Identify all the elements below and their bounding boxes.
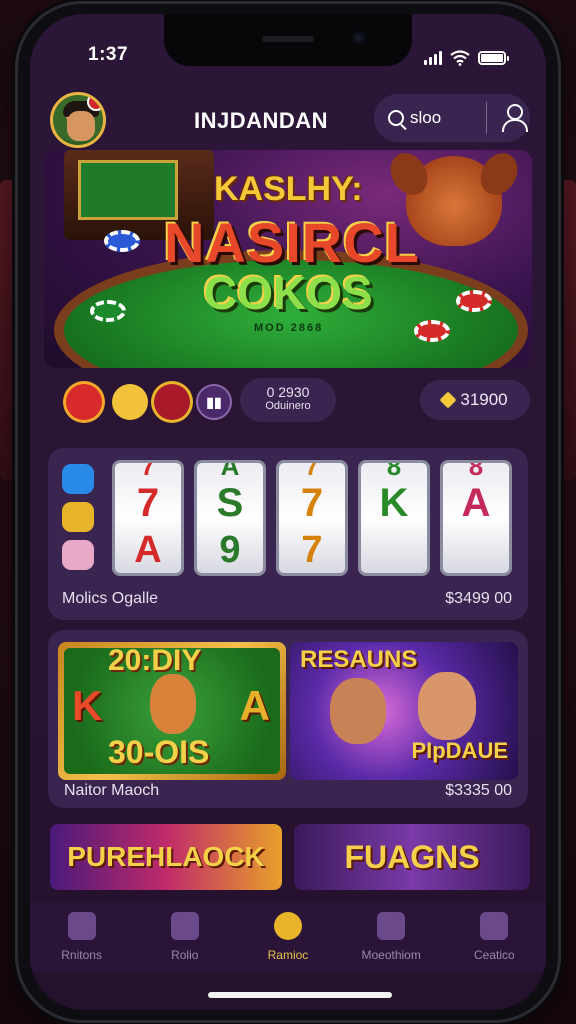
slot-game-card[interactable]: 77AAS97778K8A Molics Ogalle $3499 00 [48,448,528,620]
menu-icon[interactable] [62,502,94,532]
profile-icon [480,912,509,940]
search-bar[interactable]: sloo [374,94,530,142]
reel-symbol-mid: 7 [136,481,160,525]
balance-label: Oduinero [265,400,311,412]
reel-symbol-top: 8 [386,460,402,481]
tab-label: Ramioc [267,948,309,962]
fox-mascot-illustration [150,674,196,734]
gem-icon [439,391,457,409]
notification-badge [87,95,103,111]
chip-icon [104,230,140,252]
wifi-icon [450,50,470,66]
reel-symbol-top: A [220,460,240,481]
promo-title: PUREHLAOCK [67,841,265,872]
bottom-tab-bar: Rnitons Rolio Ramioc Moeothiom Ceatico [30,902,546,972]
player-illustration [330,678,386,744]
home-icon [67,912,96,940]
reel-symbol-mid: K [379,481,409,525]
info-icon[interactable] [62,464,94,494]
battery-icon [478,51,509,65]
chip-icon [90,300,126,322]
app-screen: 1:37 INJDANDAN sloo KASLHY: NASIRCL COKO… [30,14,546,1010]
tab-label: Moeothiom [361,948,421,962]
red-chip-icon[interactable] [66,384,102,420]
mascot-dog-illustration [406,156,502,246]
tab-ceatico[interactable]: Ceatico [446,902,542,972]
game-price: $3335 00 [445,782,512,799]
chip-icon [456,290,492,312]
avatar[interactable] [50,92,106,148]
tile-title: RESAUNS [300,646,418,673]
game-price: $3499 00 [445,590,512,607]
reel-symbol-mid: 7 [300,481,324,525]
tab-label: Ceatico [474,948,515,962]
reel-symbol-top: 8 [468,460,484,481]
tab-label: Rolio [171,948,199,962]
divider [486,102,487,134]
promo-tile-right[interactable]: FUAGNS [294,824,530,890]
player-illustration [418,672,476,740]
tile-subtitle: 30-OIS [108,734,210,770]
reel-symbol-mid: A [461,481,491,525]
bars-icon[interactable]: ▮▮ [196,384,232,420]
slot-reels: 77AAS97778K8A [112,460,512,576]
tab-label: Rnitons [61,948,102,962]
slot-reel: 8A [440,460,512,576]
home-indicator[interactable] [208,992,392,998]
tab-moeothiom[interactable]: Moeothiom [343,902,439,972]
banner-title-line1: KASLHY: [214,170,363,208]
slot-reel: 77A [112,460,184,576]
hero-banner[interactable]: KASLHY: NASIRCL COKOS MOD 2868 [44,150,532,368]
slot-reel: 8K [358,460,430,576]
search-icon [388,110,404,126]
reel-symbol-mid: S [216,481,244,525]
status-time: 1:37 [88,44,129,65]
slot-reel: AS9 [194,460,266,576]
tile-subtitle: PIpDAUE [411,738,508,763]
featured-games-card: 20:DIY K A 30-OIS RESAUNS PIpDAUE Naitor… [48,630,528,808]
reel-symbol-bot: A [134,529,162,571]
phone-frame: 1:37 INJDANDAN sloo KASLHY: NASIRCL COKO… [18,4,558,1020]
app-header: INJDANDAN sloo [30,86,546,152]
game-tile-resauns[interactable]: RESAUNS PIpDAUE [290,642,518,780]
tab-home[interactable]: Rnitons [34,902,130,972]
game-name: Molics Ogalle [62,590,159,607]
user-icon[interactable] [501,104,528,132]
slot-reel: 777 [276,460,348,576]
search-input[interactable]: sloo [410,108,486,128]
coins-pill[interactable]: 31900 [420,380,530,420]
signal-icon [424,51,442,65]
reel-symbol-bot: 7 [301,529,323,571]
app-title: INJDANDAN [194,108,329,133]
promo-tile-left[interactable]: PUREHLAOCK [50,824,282,890]
bookmark-icon[interactable] [62,540,94,570]
camera-icon [377,912,406,940]
coins-value: 31900 [460,390,508,409]
banner-title-line3: COKOS [204,267,373,319]
tab-rolio[interactable]: Rolio [137,902,233,972]
promo-title: FUAGNS [344,838,480,875]
reel-symbol-bot: 9 [219,529,241,571]
game-name: Naitor Maoch [64,782,160,799]
game-tile-20diy[interactable]: 20:DIY K A 30-OIS [58,642,286,780]
banner-caption: MOD 2868 [254,322,324,334]
tile-letter-left: K [72,682,103,729]
gold-coin-icon[interactable] [112,384,148,420]
reel-symbol-top: 7 [304,460,320,481]
chip-icon [273,912,302,940]
wallet-bar: ▮▮ 0 2930 Oduinero 31900 [56,374,532,430]
promo-row: PUREHLAOCK FUAGNS [50,824,530,892]
tile-letter-right: A [239,682,270,729]
cards-icon [170,912,199,940]
reel-symbol-top: 7 [140,460,156,481]
status-bar: 1:37 [30,36,546,66]
tile-title: 20:DIY [108,644,202,677]
tab-ramioc[interactable]: Ramioc [240,902,336,972]
balance-pill[interactable]: 0 2930 Oduinero [240,378,336,422]
cards-icon[interactable] [154,384,190,420]
chip-icon [414,320,450,342]
balance-value: 0 2930 [266,384,310,400]
